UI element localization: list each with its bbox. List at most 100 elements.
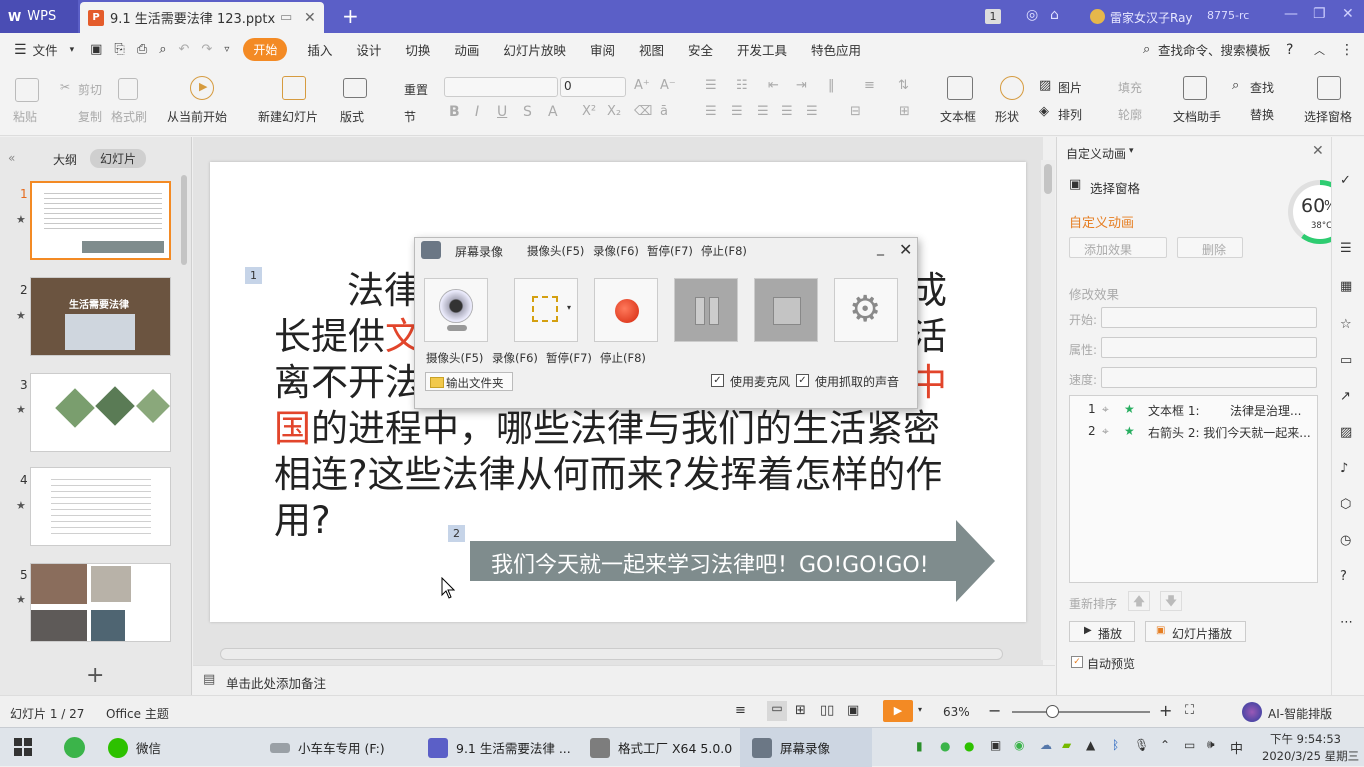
windows-start-icon[interactable] — [14, 738, 32, 756]
new-slide-icon[interactable] — [282, 76, 306, 100]
collapse-ribbon-icon[interactable]: ︿ — [1314, 42, 1325, 58]
bold-icon[interactable]: B — [449, 104, 460, 120]
slide-thumbnail-3[interactable] — [30, 373, 171, 452]
presenter-icon[interactable]: ▣ — [847, 703, 859, 718]
align-right-icon[interactable]: ☰ — [757, 104, 769, 119]
move-down-icon[interactable]: 🡇 — [1160, 591, 1182, 611]
property-combo[interactable] — [1101, 337, 1317, 358]
redo-icon[interactable]: ↷ — [201, 42, 212, 57]
numbering-icon[interactable]: ☷ — [736, 78, 748, 93]
tray-window-icon[interactable]: ▣ — [990, 738, 1001, 752]
output-folder-button[interactable]: 输出文件夹 — [425, 372, 513, 391]
char-spacing-icon[interactable]: ā — [660, 104, 668, 119]
font-color-icon[interactable]: A — [548, 104, 558, 120]
history-icon[interactable]: ◷ — [1340, 533, 1351, 548]
record-button[interactable] — [594, 278, 658, 342]
tray-nvidia-icon[interactable]: ▰ — [1062, 738, 1071, 752]
close-panel-icon[interactable]: ✕ — [1312, 143, 1324, 159]
slide-thumbnail-5[interactable] — [30, 563, 171, 642]
chevron-down-icon[interactable]: ▾ — [70, 45, 75, 55]
user-name[interactable]: 雷家女汉子Ray — [1110, 9, 1193, 26]
select-pane-link[interactable]: 选择窗格 — [1090, 178, 1140, 197]
tab-developer[interactable]: 开发工具 — [725, 40, 799, 59]
tray-mic-icon[interactable]: 🎙 — [1134, 738, 1149, 752]
tray-expand-icon[interactable]: ⌃ — [1160, 738, 1170, 752]
tab-insert[interactable]: 插入 — [295, 40, 344, 59]
scroll-thumb[interactable] — [1044, 164, 1052, 194]
slide-thumbnail-4[interactable] — [30, 467, 171, 546]
decrease-indent-icon[interactable]: ⇤ — [768, 78, 779, 93]
play-button[interactable]: ▶ 播放 — [1069, 621, 1135, 642]
cut-button[interactable]: 剪切 — [78, 81, 102, 98]
format-painter-icon[interactable] — [118, 78, 138, 100]
layout-button[interactable]: 版式 — [340, 108, 364, 125]
speed-combo[interactable] — [1101, 367, 1317, 388]
save-icon[interactable]: ▣ — [90, 42, 102, 57]
zoom-slider[interactable] — [1012, 711, 1150, 713]
minimize-icon[interactable]: — — [1284, 6, 1298, 22]
new-tab-icon[interactable]: + — [342, 4, 359, 28]
reset-button[interactable]: 重置 — [404, 81, 428, 98]
notes-bar[interactable]: ▤ 单击此处添加备注 — [193, 665, 1055, 695]
align-left-icon[interactable]: ☰ — [705, 104, 717, 119]
smartart-icon[interactable]: ⊞ — [899, 104, 910, 119]
tab-review[interactable]: 审阅 — [578, 40, 627, 59]
arrange-icon[interactable]: ◈ — [1039, 104, 1049, 119]
taskbar-format-factory[interactable]: 格式工厂 X64 5.0.0 — [590, 728, 732, 767]
justify-icon[interactable]: ☰ — [781, 104, 793, 119]
paste-icon[interactable] — [15, 78, 39, 102]
bluetooth-icon[interactable]: ᛒ — [1112, 738, 1119, 752]
paste-button[interactable]: 粘贴 — [13, 108, 37, 125]
search-icon[interactable]: ⌕ — [1143, 42, 1150, 57]
underline-icon[interactable]: U — [497, 104, 507, 120]
vertical-align-icon[interactable]: ⊟ — [850, 104, 861, 119]
animation-item[interactable]: 1 ⌖ ★ 文本框 1: 法律是治理... — [1070, 402, 1317, 422]
theme-name[interactable]: Office 主题 — [106, 705, 169, 722]
animation-item[interactable]: 2 ⌖ ★ 右箭头 2: 我们今天就一起来... — [1070, 424, 1317, 444]
preview-icon[interactable]: ⌕ — [159, 42, 166, 57]
star-icon[interactable]: ☆ — [1340, 317, 1352, 332]
tab-view[interactable]: 视图 — [627, 40, 676, 59]
canvas-scrollbar-h[interactable] — [220, 648, 1003, 660]
arrange-button[interactable]: 排列 — [1058, 106, 1082, 123]
template-icon[interactable]: ▦ — [1340, 279, 1352, 294]
fill-button[interactable]: 填充 — [1118, 79, 1142, 96]
tray-wechat-icon[interactable]: ● — [964, 739, 974, 753]
taskbar-screen-recorder[interactable]: 屏幕录像 — [740, 728, 872, 767]
notes-placeholder[interactable]: 单击此处添加备注 — [226, 673, 326, 692]
tab-window-icon[interactable]: ▭ — [280, 10, 292, 25]
textbox-button[interactable]: 文本框 — [940, 108, 976, 125]
tray-green-icon[interactable]: ● — [940, 739, 950, 753]
user-avatar[interactable] — [1090, 9, 1105, 24]
add-effect-button[interactable]: 添加效果 — [1069, 237, 1167, 258]
ime-indicator[interactable]: 中 — [1230, 738, 1243, 757]
zoom-in-icon[interactable]: + — [1159, 701, 1172, 720]
find-button[interactable]: 查找 — [1250, 79, 1274, 96]
use-mic-label[interactable]: 使用麦克风 — [730, 373, 790, 390]
scrollbar[interactable] — [181, 175, 187, 265]
slideshow-play-icon[interactable]: ▶ — [883, 700, 913, 722]
auto-preview-label[interactable]: 自动预览 — [1087, 655, 1135, 672]
camera-button[interactable] — [424, 278, 488, 342]
360-browser-icon[interactable] — [64, 737, 85, 758]
close-window-icon[interactable]: ✕ — [1342, 6, 1354, 22]
dialog-close-icon[interactable]: ✕ — [899, 240, 912, 259]
volume-icon[interactable]: 🕪 — [1207, 737, 1215, 752]
tab-animation[interactable]: 动画 — [442, 40, 491, 59]
reading-view-icon[interactable]: ▯▯ — [820, 703, 834, 718]
taskbar-wps-doc[interactable]: 9.1 生活需要法律 ... — [428, 728, 571, 767]
window-count-badge[interactable]: 1 — [985, 9, 1001, 24]
command-search[interactable]: 查找命令、搜索模板 — [1158, 40, 1271, 59]
file-menu[interactable]: 文件 — [27, 40, 70, 59]
taskbar-drive[interactable]: 小车车专用 (F:) — [270, 728, 385, 767]
align-center-icon[interactable]: ☰ — [731, 104, 743, 119]
taskbar-wechat[interactable]: 微信 — [108, 728, 161, 767]
tab-transition[interactable]: 切换 — [393, 40, 442, 59]
capture-sound-checkbox[interactable]: ✓ — [796, 374, 809, 387]
copy-button[interactable]: 复制 — [78, 108, 102, 125]
gauge-toggle-icon[interactable]: ✓ — [1340, 173, 1351, 188]
slide-thumbnail-2[interactable]: 生活需要法律 — [30, 277, 171, 356]
screen-recorder-dialog[interactable]: 屏幕录像 摄像头(F5) 录像(F6) 暂停(F7) 停止(F8) _ ✕ ▾ … — [414, 237, 918, 409]
help-icon[interactable]: ? — [1286, 42, 1293, 58]
zoom-slider-handle[interactable] — [1046, 705, 1059, 718]
